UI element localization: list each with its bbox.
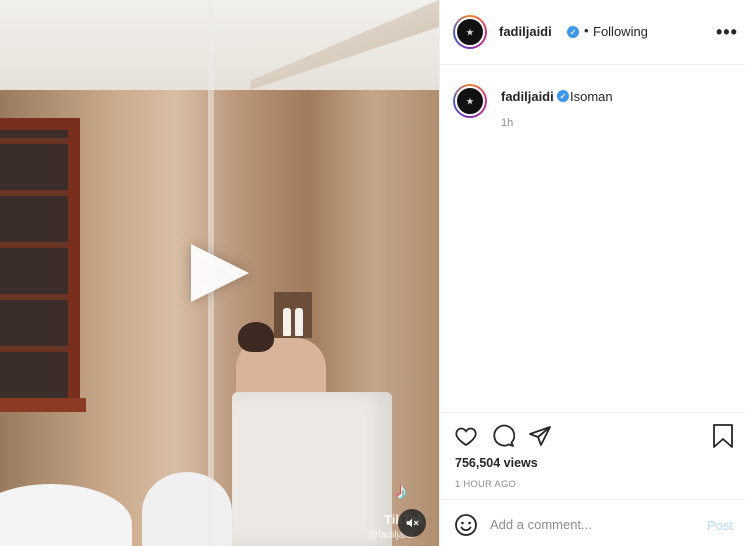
post-header: ★ fadiljaidi ✓ • Following ••• [440,0,745,65]
window-glass [0,130,68,398]
paper-plane-icon [529,426,551,446]
avatar-image: ★ [455,17,485,47]
avatar[interactable]: ★ [453,15,487,49]
mute-button[interactable] [398,509,426,537]
window-sill [0,398,86,412]
muted-speaker-icon [406,518,419,528]
post-side-panel: ★ fadiljaidi ✓ • Following ••• ★ fadilja… [439,0,745,546]
smiley-icon [455,514,477,536]
post-video[interactable]: ♪ TikTok @fadiljaidi [0,0,439,546]
avatar-image: ★ [455,86,485,116]
bathtub [0,484,132,546]
comment-button[interactable] [491,424,516,453]
save-button[interactable] [712,424,734,453]
towel [232,392,392,546]
like-button[interactable] [454,424,478,453]
more-options-icon[interactable]: ••• [716,22,738,43]
view-count[interactable]: 756,504 views [455,456,538,470]
play-icon[interactable] [191,244,249,302]
tiktok-logo-icon: ♪ [396,478,407,503]
emoji-button[interactable] [454,513,478,542]
following-button[interactable]: Following [593,24,648,39]
bottle [295,308,303,336]
post-comment-button[interactable]: Post [707,518,733,533]
action-bar: 756,504 views 1 HOUR AGO [440,412,745,512]
separator-dot: • [584,23,589,38]
caption-timestamp[interactable]: 1h [501,117,513,129]
verified-badge-icon: ✓ [557,90,569,102]
caption-avatar[interactable]: ★ [453,84,487,118]
post-age[interactable]: 1 HOUR AGO [455,479,516,490]
share-button[interactable] [528,424,552,453]
header-username[interactable]: fadiljaidi [499,24,552,39]
comment-input[interactable] [490,512,690,536]
sink-basin [142,472,232,546]
person-head [238,322,274,352]
heart-icon [455,427,477,447]
wall-niche [274,292,312,338]
comment-bar: Post [440,499,745,546]
caption-username[interactable]: fadiljaidi [501,89,554,104]
caption-text: Isoman [570,89,613,104]
comment-bubble-icon [493,424,516,447]
bottle [283,308,291,336]
bookmark-icon [713,424,733,448]
verified-badge-icon: ✓ [567,26,579,38]
